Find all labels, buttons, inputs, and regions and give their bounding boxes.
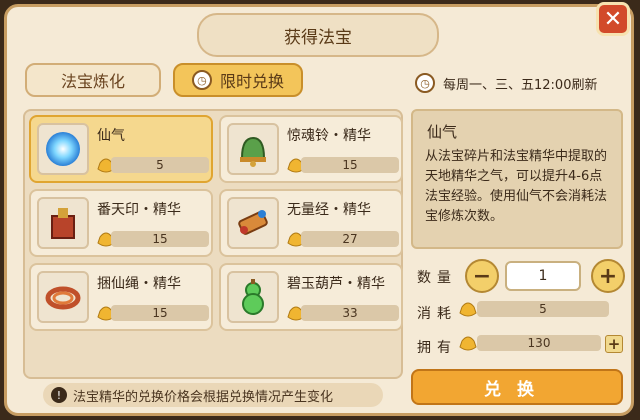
price-row: 27	[287, 229, 399, 249]
tab-refine[interactable]: 法宝炼化	[25, 63, 161, 97]
item-name: 番天印・精华	[97, 202, 181, 218]
tab-refine-label: 法宝炼化	[60, 72, 125, 91]
item-price: 15	[111, 305, 209, 321]
item-name: 惊魂铃・精华	[287, 128, 371, 144]
gourd-icon	[227, 271, 279, 323]
clock-icon: ◷	[415, 73, 435, 93]
item-detail-panel: 仙气 从法宝碎片和法宝精华中提取的天地精华之气，可以提升4-6点法宝经验。使用仙…	[411, 109, 623, 249]
price-row: 15	[97, 229, 209, 249]
exchange-window: 获得法宝 法宝炼化 ◷ 限时兑换 ◷ 每周一、三、五12:00刷新 仙气 5 惊…	[4, 4, 634, 416]
item-card-jinghunling[interactable]: 惊魂铃・精华 15	[219, 115, 403, 183]
quantity-input[interactable]	[505, 261, 581, 291]
refresh-text: 每周一、三、五12:00刷新	[443, 77, 598, 93]
detail-description: 从法宝碎片和法宝精华中提取的天地精华之气，可以提升4-6点法宝经验。使用仙气不会…	[425, 149, 608, 224]
item-card-wuliangjing[interactable]: 无量经・精华 27	[219, 189, 403, 257]
item-price: 15	[301, 157, 399, 173]
price-row: 15	[97, 303, 209, 323]
item-card-kunxiansheng[interactable]: 捆仙绳・精华 15	[29, 263, 213, 331]
exchange-button[interactable]: 兑换	[411, 369, 623, 405]
price-row: 33	[287, 303, 399, 323]
gold-ingot-icon	[459, 302, 477, 317]
quantity-minus-button[interactable]: −	[465, 259, 499, 293]
notice-text: 法宝精华的兑换价格会根据兑换情况产生变化	[73, 389, 334, 405]
price-row: 5	[97, 155, 209, 175]
item-price: 5	[111, 157, 209, 173]
owned-value: 130	[477, 335, 601, 351]
item-name: 无量经・精华	[287, 202, 371, 218]
price-notice: ! 法宝精华的兑换价格会根据兑换情况产生变化	[43, 383, 383, 407]
gold-ingot-icon	[459, 336, 477, 351]
clock-icon: ◷	[191, 70, 212, 90]
item-price: 15	[111, 231, 209, 247]
blue-orb-icon	[37, 123, 89, 175]
item-card-fantianyin[interactable]: 番天印・精华 15	[29, 189, 213, 257]
seal-icon	[37, 197, 89, 249]
item-name: 捆仙绳・精华	[97, 276, 181, 292]
item-list: 仙气 5 惊魂铃・精华 15 番天印・精华 15 无量经・精华 27 捆仙绳・精…	[23, 109, 403, 379]
price-row: 15	[287, 155, 399, 175]
item-name: 碧玉葫芦・精华	[287, 276, 385, 292]
cost-label: 消耗	[417, 306, 457, 322]
quantity-plus-button[interactable]: +	[591, 259, 625, 293]
exclamation-icon: !	[51, 387, 67, 403]
refresh-info: ◷ 每周一、三、五12:00刷新	[415, 73, 597, 93]
tab-limited-label: 限时兑换	[219, 72, 284, 91]
owned-label: 拥有	[417, 340, 457, 356]
detail-title: 仙气	[427, 123, 458, 141]
scroll-icon	[227, 197, 279, 249]
rope-icon	[37, 271, 89, 323]
close-icon: ✕	[603, 6, 623, 32]
close-button[interactable]: ✕	[596, 2, 630, 36]
window-title: 获得法宝	[197, 13, 439, 57]
window-title-text: 获得法宝	[284, 27, 352, 48]
tab-limited-exchange[interactable]: ◷ 限时兑换	[173, 63, 303, 97]
item-name: 仙气	[97, 128, 125, 144]
add-currency-button[interactable]: +	[605, 335, 623, 353]
item-price: 27	[301, 231, 399, 247]
exchange-button-label: 兑换	[484, 379, 550, 400]
bell-icon	[227, 123, 279, 175]
item-card-biyuhulu[interactable]: 碧玉葫芦・精华 33	[219, 263, 403, 331]
cost-value: 5	[477, 301, 609, 317]
quantity-label: 数量	[417, 270, 457, 286]
item-card-xianqi[interactable]: 仙气 5	[29, 115, 213, 183]
item-price: 33	[301, 305, 399, 321]
